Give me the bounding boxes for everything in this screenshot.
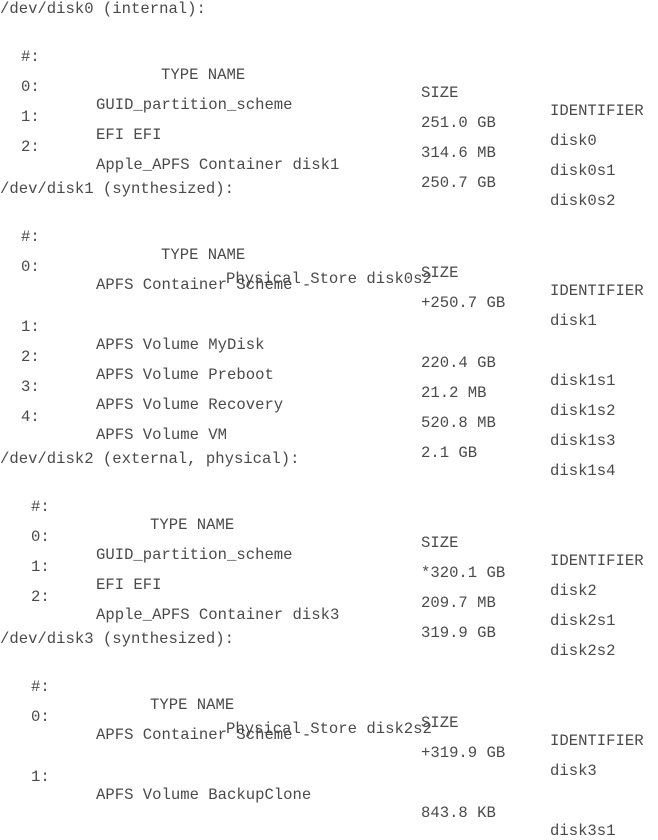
row-type-name: APFS Volume BackupClone [96, 786, 312, 804]
disk-header: /dev/disk2 (external, physical): [0, 450, 300, 468]
row-num: 2: [21, 138, 40, 156]
row-num: 1: [31, 768, 50, 786]
row-identifier: disk1s4 [550, 462, 616, 480]
row-num: 4: [21, 408, 40, 426]
row-identifier: disk0s2 [550, 192, 616, 210]
row-size: 2.1 GB [421, 444, 478, 462]
row-type-name: APFS Volume VM [96, 426, 228, 444]
row-size: 250.7 GB [421, 174, 496, 192]
row-size: 319.9 GB [421, 624, 496, 642]
row-continuation: Physical Store disk2s2 [226, 720, 432, 738]
row-num: 0: [21, 258, 40, 276]
row-identifier: disk2s2 [550, 642, 616, 660]
row-num: 2: [31, 588, 50, 606]
table-row: 1: APFS Volume BackupClone 843.8 KB disk… [0, 750, 658, 840]
disk-header: /dev/disk1 (synthesized): [0, 180, 234, 198]
row-num: 0: [31, 708, 50, 726]
row-continuation: Physical Store disk0s2 [226, 270, 432, 288]
row-size: 843.8 KB [421, 804, 496, 822]
disk-header: /dev/disk3 (synthesized): [0, 630, 234, 648]
row-type-name: Apple_APFS Container disk3 [96, 606, 340, 624]
disk-header: /dev/disk0 (internal): [0, 0, 206, 18]
row-type-name: Apple_APFS Container disk1 [96, 156, 340, 174]
row-identifier: disk3s1 [550, 822, 616, 840]
